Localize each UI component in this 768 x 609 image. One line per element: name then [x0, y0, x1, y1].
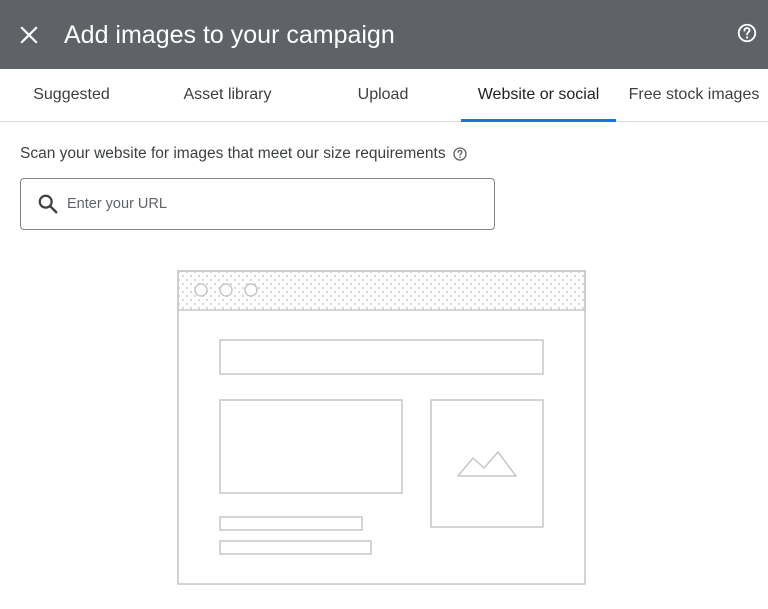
tab-label: Upload	[357, 86, 409, 103]
tab-label: Free stock images	[628, 86, 760, 103]
dialog-title: Add images to your campaign	[64, 21, 395, 49]
help-circle-icon	[452, 147, 467, 161]
url-input[interactable]	[67, 180, 487, 228]
tab-asset-library[interactable]: Asset library	[150, 69, 305, 121]
scan-instructions: Scan your website for images that meet o…	[20, 145, 468, 163]
scan-help-button[interactable]	[452, 146, 468, 162]
browser-toolbar	[177, 270, 586, 311]
text-line-block	[219, 516, 363, 531]
tab-label: Suggested	[33, 86, 110, 103]
window-dot	[244, 283, 258, 297]
tab-bar: Suggested Asset library Upload Website o…	[0, 69, 768, 122]
content-block	[219, 399, 403, 494]
tab-suggested[interactable]: Suggested	[0, 69, 143, 121]
tab-upload[interactable]: Upload	[306, 69, 460, 121]
window-dot	[194, 283, 208, 297]
close-button[interactable]	[14, 20, 44, 50]
dialog-header: Add images to your campaign	[0, 0, 768, 69]
header-block	[219, 339, 544, 375]
tab-label: Asset library	[183, 86, 272, 103]
tab-label: Website or social	[477, 86, 600, 103]
scan-instructions-text: Scan your website for images that meet o…	[20, 145, 446, 162]
tab-free-stock-images[interactable]: Free stock images	[620, 69, 768, 121]
url-field[interactable]	[20, 178, 495, 230]
close-icon	[20, 26, 38, 44]
search-icon	[38, 194, 58, 214]
text-line-block	[219, 540, 372, 555]
tab-website-or-social[interactable]: Website or social	[461, 69, 616, 122]
help-circle-icon	[737, 23, 757, 43]
window-dot	[219, 283, 233, 297]
active-tab-indicator	[461, 119, 616, 122]
help-button[interactable]	[735, 21, 759, 45]
website-placeholder-illustration	[177, 270, 586, 585]
